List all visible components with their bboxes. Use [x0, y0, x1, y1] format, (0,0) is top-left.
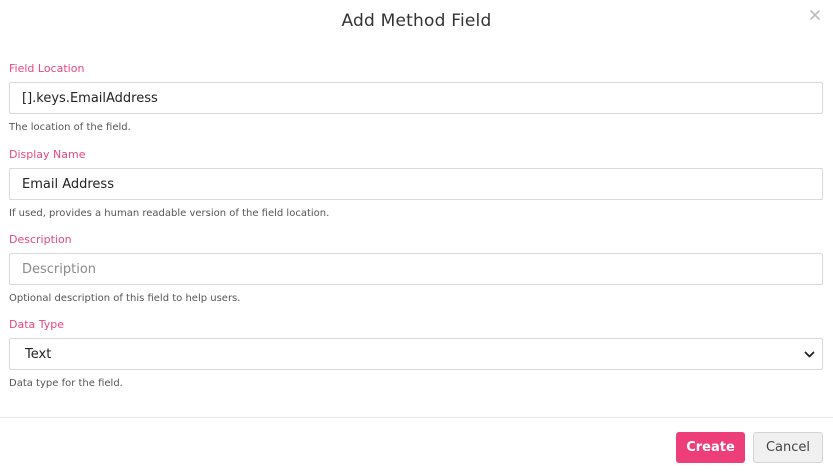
display-name-group: Display Name If used, provides a human r… — [9, 148, 823, 220]
chevron-down-icon — [804, 351, 815, 358]
modal-header: Add Method Field — [0, 0, 833, 42]
create-button[interactable]: Create — [676, 432, 745, 463]
display-name-help: If used, provides a human readable versi… — [9, 208, 330, 219]
data-type-help: Data type for the field. — [9, 378, 123, 389]
field-location-help: The location of the field. — [9, 122, 131, 133]
display-name-label: Display Name — [9, 148, 86, 161]
description-help: Optional description of this field to he… — [9, 293, 241, 304]
data-type-group: Data Type Text Data type for the field. — [9, 318, 823, 390]
data-type-label: Data Type — [9, 318, 65, 331]
field-location-group: Field Location The location of the field… — [9, 62, 823, 134]
add-method-field-modal: Add Method Field Field Location The loca… — [0, 0, 833, 472]
footer-divider — [0, 417, 833, 418]
close-button[interactable] — [808, 8, 822, 22]
description-group: Description Optional description of this… — [9, 233, 823, 305]
display-name-input[interactable] — [9, 168, 823, 200]
description-label: Description — [9, 233, 72, 246]
modal-title: Add Method Field — [341, 11, 492, 31]
close-icon — [810, 10, 820, 20]
field-location-input[interactable] — [9, 82, 823, 114]
field-location-label: Field Location — [9, 62, 85, 75]
cancel-button[interactable]: Cancel — [753, 432, 823, 463]
data-type-selected-value: Text — [9, 338, 823, 370]
data-type-select[interactable]: Text — [9, 338, 823, 370]
description-input[interactable] — [9, 253, 823, 285]
